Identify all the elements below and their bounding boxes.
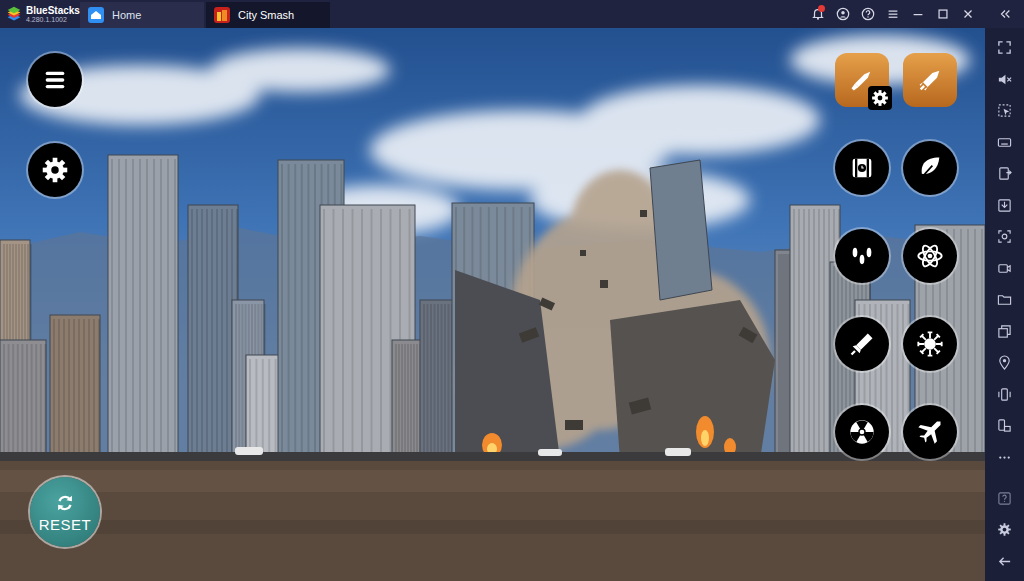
record-icon (997, 261, 1012, 276)
nature-button[interactable] (903, 141, 957, 195)
virus-icon (916, 330, 944, 358)
weapon-panel (835, 53, 957, 459)
notification-badge (818, 5, 825, 12)
volume-button[interactable] (985, 64, 1024, 96)
help-button[interactable] (855, 0, 880, 28)
rocket-button[interactable] (903, 53, 957, 107)
hamburger-icon (41, 66, 69, 94)
screenshot-button[interactable] (985, 221, 1024, 253)
settings-badge (868, 86, 892, 110)
dynamite-button[interactable] (835, 141, 889, 195)
atom-icon (916, 242, 944, 270)
account-button[interactable] (830, 0, 855, 28)
install-apk-button[interactable] (985, 158, 1024, 190)
more-button[interactable] (985, 442, 1024, 474)
side-help-button[interactable] (985, 483, 1024, 515)
pointer-button[interactable] (985, 95, 1024, 127)
mute-icon (997, 72, 1012, 87)
cluster-bombs-icon (848, 242, 876, 270)
record-button[interactable] (985, 253, 1024, 285)
game-menu-button[interactable] (28, 53, 82, 107)
game-screen[interactable]: RESET (0, 28, 985, 581)
close-icon (961, 7, 975, 21)
multi-instance-button[interactable] (985, 316, 1024, 348)
more-dots-icon (997, 450, 1012, 465)
rotate-button[interactable] (985, 410, 1024, 442)
media-folder-button[interactable] (985, 284, 1024, 316)
atom-button[interactable] (903, 229, 957, 283)
cursor-icon (997, 103, 1012, 118)
shake-icon (997, 387, 1012, 402)
download-icon (997, 198, 1012, 213)
rotate-icon (997, 418, 1012, 433)
keyboard-icon (997, 135, 1012, 150)
camera-icon (997, 229, 1012, 244)
folder-icon (997, 292, 1012, 307)
leaf-icon (916, 154, 944, 182)
gear-icon (41, 156, 69, 184)
reset-button[interactable]: RESET (30, 477, 100, 547)
menu-button[interactable] (880, 0, 905, 28)
minimize-button[interactable] (905, 0, 930, 28)
window-controls (805, 0, 1024, 28)
gear-icon (997, 522, 1012, 537)
tab[interactable]: City Smash (206, 2, 330, 28)
back-arrow-icon (997, 554, 1012, 569)
city-smash-icon (214, 7, 230, 23)
gear-icon (871, 89, 889, 107)
tab-bar: Home City Smash (80, 0, 330, 28)
brand-name: BlueStacks (26, 6, 80, 16)
minimize-icon (911, 7, 925, 21)
cluster-bomb-button[interactable] (835, 229, 889, 283)
keyboard-button[interactable] (985, 127, 1024, 159)
bluestacks-window: BlueStacks 4.280.1.1002 Home City Smash … (0, 0, 1024, 581)
location-pin-icon (997, 355, 1012, 370)
side-toolbar (985, 28, 1024, 581)
virus-button[interactable] (903, 317, 957, 371)
fullscreen-icon (997, 40, 1012, 55)
close-button[interactable] (955, 0, 980, 28)
maximize-icon (936, 7, 950, 21)
brand: BlueStacks 4.280.1.1002 (0, 0, 80, 28)
collapse-sidebar-button[interactable] (990, 0, 1020, 28)
game-settings-button[interactable] (28, 143, 82, 197)
apk-icon (997, 166, 1012, 181)
radiation-icon (848, 418, 876, 446)
bluestacks-logo-icon (6, 6, 22, 22)
tab[interactable]: Home (80, 2, 204, 28)
rocket-settings-button[interactable] (835, 53, 889, 107)
nuclear-button[interactable] (835, 405, 889, 459)
home-icon (88, 7, 104, 23)
title-bar: BlueStacks 4.280.1.1002 Home City Smash (0, 0, 1024, 28)
refresh-icon (54, 492, 76, 514)
account-icon (836, 7, 850, 21)
help-icon (861, 7, 875, 21)
back-button[interactable] (985, 546, 1024, 578)
rocket-icon (916, 66, 944, 94)
menu-icon (886, 7, 900, 21)
location-button[interactable] (985, 347, 1024, 379)
import-button[interactable] (985, 190, 1024, 222)
maximize-button[interactable] (930, 0, 955, 28)
version: 4.280.1.1002 (26, 16, 80, 23)
copy-icon (997, 324, 1012, 339)
missile-button[interactable] (835, 317, 889, 371)
city-scene (0, 28, 985, 581)
double-chevron-icon (998, 7, 1012, 21)
notifications-button[interactable] (805, 0, 830, 28)
airplane-button[interactable] (903, 405, 957, 459)
airplane-icon (916, 418, 944, 446)
shake-button[interactable] (985, 379, 1024, 411)
dynamite-icon (848, 154, 876, 182)
fullscreen-button[interactable] (985, 32, 1024, 64)
help-icon (997, 491, 1012, 506)
side-settings-button[interactable] (985, 514, 1024, 546)
missile-icon (848, 330, 876, 358)
